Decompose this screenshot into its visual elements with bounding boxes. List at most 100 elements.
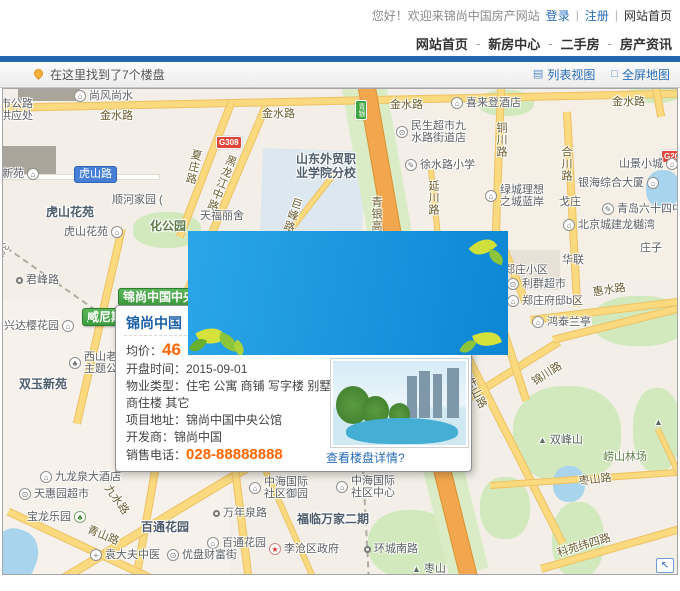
government-label: ★李沧区政府 [269, 543, 339, 555]
leaf-decoration [472, 327, 502, 351]
register-link[interactable]: 注册 [585, 7, 609, 24]
building-icon: ⌂ [532, 316, 544, 328]
park-label: 化公园 [150, 220, 186, 232]
building-icon: ⌂ [336, 481, 348, 493]
poi-label: 兴达樱花园⌂ [4, 320, 74, 332]
poi-label: ⊙天惠园超市 [19, 488, 89, 500]
map-toolbar: 在这里找到了7个楼盘 ▤列表视图 □全屏地图 [0, 62, 680, 88]
main-nav: 网站首页-新房中心-二手房-房产资讯 [0, 30, 680, 56]
forest-label: 崂山林场 [603, 451, 647, 463]
road-label: 金水路 [262, 108, 295, 120]
property-photo [333, 361, 466, 445]
road-label: 合川路 [560, 146, 572, 182]
expressway-shield: 青银 [355, 100, 367, 120]
list-view-icon: ▤ [533, 69, 543, 80]
property-fields: 开盘时间：2015-09-01 物业类型：住宅 公寓 商铺 写字楼 别墅 商住楼… [126, 361, 332, 464]
nav-separator: - [608, 36, 612, 51]
nav-item-home[interactable]: 网站首页 [416, 34, 468, 53]
park-icon: ♣ [74, 511, 86, 523]
building-icon: ⌂ [207, 537, 219, 549]
mountain-icon: ▲ [538, 434, 547, 446]
ad-banner[interactable] [188, 231, 508, 355]
building-icon: ⌂ [647, 177, 659, 189]
road-label: 枣山路 [578, 472, 612, 488]
photo-lake [346, 418, 458, 444]
road-point-label: 万年泉路 [213, 507, 267, 519]
poi-label: 银海综合大厦⌂ [578, 177, 659, 189]
area-label: 福临万家二期 [297, 513, 369, 525]
road-label: 延川路 [427, 180, 439, 216]
road-label: 铜川路 [495, 122, 507, 158]
mountain-icon: ▲ [654, 416, 663, 428]
market-icon: ⊙ [19, 488, 31, 500]
login-link[interactable]: 登录 [546, 7, 570, 24]
poi-label: 顺河家园 ( [112, 194, 163, 206]
poi-label: ⌂尚风尚水 [74, 90, 133, 102]
road-point-icon [213, 510, 220, 517]
phone-row: 销售电话：028-88888888 [126, 446, 332, 464]
divider: | [576, 8, 579, 22]
poi-label: 戈庄 [559, 196, 581, 208]
poi-label: 宝龙乐园♣ [27, 511, 86, 523]
poi-label: 市公路 [0, 98, 33, 110]
metro-label: 3号线(在建) [0, 240, 12, 299]
fullscreen-map-button[interactable]: □全屏地图 [611, 66, 670, 83]
market-icon: ⊙ [167, 549, 179, 561]
park-icon: ♣ [69, 357, 81, 369]
nav-item-news[interactable]: 房产资讯 [620, 34, 672, 53]
mountain-label: ▲双峰山 [538, 434, 583, 446]
poi-label: ⊙优盘财富街 [167, 549, 237, 561]
top-bar: 您好！欢迎来锦尚中国房产网站登录|注册|网站首页 [0, 0, 680, 30]
poi-label: ⌂北京城建龙樾湾 [563, 219, 655, 231]
building-icon: ⌂ [74, 90, 86, 102]
poi-label: ⌂百通花园 [207, 537, 266, 549]
poi-label: ⌂绿城理想之城蓝岸 [485, 184, 544, 208]
road-label: 金水路 [100, 110, 133, 122]
greeting-text: 您好！欢迎来锦尚中国房产网站 [372, 7, 540, 24]
nav-item-newhouse[interactable]: 新房中心 [488, 34, 540, 53]
nav-separator: - [548, 36, 552, 51]
cross-icon: + [90, 549, 102, 561]
hospital-label: +袁大夫中医 [90, 549, 160, 561]
map-overview-control[interactable]: ↖ [656, 558, 674, 573]
poi-label: ⌂喜来登酒店 [451, 97, 521, 109]
market-icon: ⊙ [396, 126, 408, 138]
home-link[interactable]: 网站首页 [624, 7, 672, 24]
view-details-link[interactable]: 查看楼盘详情? [326, 449, 405, 466]
poi-label: ⌂郑庄府邸b区 [507, 295, 583, 307]
mountain-label: ▲枣山 [412, 563, 446, 575]
road-point-icon [364, 546, 371, 553]
phone-number: 028-88888888 [186, 446, 283, 463]
road-point-label: 环城南路 [364, 543, 418, 555]
open-date-row: 开盘时间：2015-09-01 [126, 361, 332, 378]
address-row: 项目地址：锦尚中国中央公馆 [126, 412, 332, 429]
poi-label: ⌂九龙泉大酒店 [40, 471, 121, 483]
building-icon: ⌂ [666, 158, 678, 170]
nav-separator: - [476, 36, 480, 51]
results-count-text: 在这里找到了7个楼盘 [50, 66, 165, 83]
highlighted-road-label: 虎山路 [74, 166, 117, 183]
photo-building [419, 371, 430, 418]
nav-item-secondhand[interactable]: 二手房 [561, 34, 600, 53]
poi-label: ⌂鸿泰兰亭 [532, 316, 591, 328]
road-label: 金水路 [612, 96, 645, 108]
hotel-icon: ⌂ [451, 97, 463, 109]
market-icon: ⊙ [507, 278, 519, 290]
poi-label: ⌂中海国际社区中心 [336, 475, 395, 499]
poi-label: 山景小城⌂ [619, 158, 678, 170]
poi-label: 供应处 [0, 110, 33, 122]
leaf-decoration [486, 249, 505, 266]
poi-label: 庄子 [640, 242, 662, 254]
poi-label: ♣西山老主题公 [69, 351, 117, 375]
poi-label: ⊙民生超市九水路街道店 [396, 120, 466, 144]
building-icon: ⌂ [485, 190, 497, 202]
poi-label: ⌂中海国际社区御园 [249, 476, 308, 500]
price-value: 46 [162, 340, 181, 359]
list-view-button[interactable]: ▤列表视图 [533, 66, 595, 83]
property-thumbnail[interactable] [330, 358, 469, 448]
road-label: 锦川路 [530, 360, 564, 388]
fullscreen-icon: □ [611, 69, 618, 80]
poi-label: ✎徐水路小学 [405, 159, 475, 171]
poi-label: 新苑⌂ [2, 168, 39, 180]
poi-label: 郑庄小区 [504, 264, 548, 276]
